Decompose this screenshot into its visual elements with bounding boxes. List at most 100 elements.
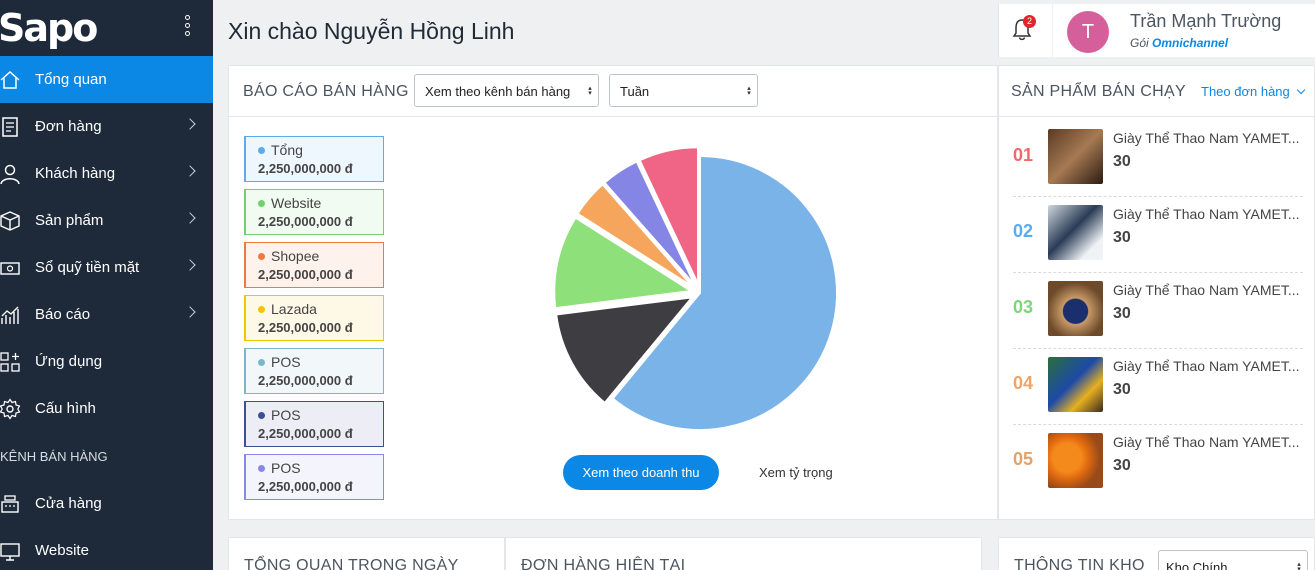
- user-menu[interactable]: T Trần Mạnh Trường Gói Omnichannel: [1053, 4, 1315, 57]
- apps-icon: [0, 351, 20, 372]
- legend-item[interactable]: Website 2,250,000,000 đ: [244, 189, 384, 235]
- legend-item[interactable]: POS 2,250,000,000 đ: [244, 454, 384, 500]
- list-item[interactable]: 02 Giày Thể Thao Nam YAMET... 30: [1013, 197, 1303, 273]
- legend-item[interactable]: Shopee 2,250,000,000 đ: [244, 242, 384, 288]
- legend-item[interactable]: Lazada 2,250,000,000 đ: [244, 295, 384, 341]
- chevron-right-icon: [184, 212, 196, 224]
- rank-number: 03: [1013, 297, 1034, 317]
- product-thumbnail: [1048, 357, 1103, 412]
- product-quantity: 30: [1113, 381, 1131, 398]
- today-overview-title: TỔNG QUAN TRONG NGÀY: [244, 557, 459, 570]
- best-sellers-list: 01 Giày Thể Thao Nam YAMET... 30 02 Giày Thể…: [999, 121, 1315, 506]
- chevron-right-icon: [184, 306, 196, 318]
- list-item[interactable]: 03 Giày Thể Thao Nam YAMET... 30: [1013, 273, 1303, 349]
- legend-item[interactable]: Tổng 2,250,000,000 đ: [244, 136, 384, 182]
- legend-dot: [258, 146, 265, 154]
- legend-item[interactable]: POS 2,250,000,000 đ: [244, 348, 384, 394]
- legend-name: POS: [258, 407, 383, 423]
- sidebar-item-orders[interactable]: Đơn hàng: [0, 103, 213, 150]
- home-icon: [0, 70, 20, 89]
- legend-amount: 2,250,000,000 đ: [258, 267, 353, 282]
- cash-register-icon: [1, 494, 19, 513]
- stock-info-title: THÔNG TIN KHO: [1014, 557, 1145, 570]
- chevron-right-icon: [184, 165, 196, 177]
- list-item[interactable]: 05 Giày Thể Thao Nam YAMET... 30: [1013, 425, 1303, 501]
- sidebar-item-store[interactable]: Cửa hàng: [0, 480, 213, 527]
- list-item[interactable]: 04 Giày Thể Thao Nam YAMET... 30: [1013, 349, 1303, 425]
- legend-name: POS: [258, 460, 383, 476]
- sales-report-header: BÁO CÁO BÁN HÀNG Xem theo kênh bán hàng …: [229, 66, 997, 117]
- best-sellers-filter[interactable]: Theo đơn hàng: [1201, 84, 1306, 99]
- product-quantity: 30: [1113, 305, 1131, 322]
- sidebar-item-website[interactable]: Website: [0, 527, 213, 570]
- legend-amount: 2,250,000,000 đ: [258, 161, 353, 176]
- sidebar-item-label: Sổ quỹ tiền mặt: [35, 259, 140, 276]
- sidebar-item-label: Báo cáo: [35, 306, 91, 323]
- sidebar-item-label: Đơn hàng: [35, 118, 102, 135]
- sales-report-panel: BÁO CÁO BÁN HÀNG Xem theo kênh bán hàng …: [228, 65, 998, 520]
- legend-dot: [258, 464, 265, 472]
- sales-pie-chart: [555, 148, 838, 431]
- view-by-revenue-button[interactable]: Xem theo doanh thu: [563, 455, 719, 490]
- product-thumbnail: [1048, 205, 1103, 260]
- legend-name: Tổng: [258, 142, 383, 158]
- sidebar-item-customers[interactable]: Khách hàng: [0, 150, 213, 197]
- plan-label: Gói Omnichannel: [1130, 36, 1228, 50]
- rank-number: 02: [1013, 221, 1034, 241]
- gear-icon: [0, 397, 21, 420]
- chart-icon: [1, 306, 19, 324]
- legend-amount: 2,250,000,000 đ: [258, 426, 353, 441]
- greeting-title: Xin chào Nguyễn Hồng Linh: [228, 18, 515, 44]
- notification-badge: 2: [1023, 15, 1036, 28]
- period-select[interactable]: Tuần: [609, 74, 758, 107]
- warehouse-select[interactable]: Kho Chính: [1158, 550, 1308, 570]
- legend-label: Website: [271, 195, 322, 211]
- sales-report-title: BÁO CÁO BÁN HÀNG: [243, 83, 409, 100]
- more-menu-icon[interactable]: [183, 15, 191, 41]
- product-quantity: 30: [1113, 229, 1131, 246]
- view-by-ratio-button[interactable]: Xem tỷ trọng: [759, 465, 833, 480]
- legend-name: Shopee: [258, 248, 383, 264]
- legend-label: Lazada: [271, 301, 317, 317]
- sidebar-item-label: Cấu hình: [35, 400, 96, 417]
- legend-name: POS: [258, 354, 383, 370]
- monitor-icon: [0, 542, 20, 561]
- product-quantity: 30: [1113, 457, 1131, 474]
- product-name: Giày Thể Thao Nam YAMET...: [1113, 130, 1300, 146]
- legend-dot: [258, 199, 265, 207]
- sidebar-item-label: Khách hàng: [35, 165, 116, 182]
- logo[interactable]: Sapo: [0, 0, 213, 56]
- channel-view-select[interactable]: Xem theo kênh bán hàng: [414, 74, 599, 107]
- sidebar-item-cashbook[interactable]: Sổ quỹ tiền mặt: [0, 244, 213, 291]
- list-item[interactable]: 01 Giày Thể Thao Nam YAMET... 30: [1013, 121, 1303, 197]
- legend-name: Website: [258, 195, 383, 211]
- user-name: Trần Mạnh Trường: [1130, 11, 1282, 31]
- legend-amount: 2,250,000,000 đ: [258, 214, 353, 229]
- legend-dot: [258, 252, 265, 260]
- legend-item[interactable]: POS 2,250,000,000 đ: [244, 401, 384, 447]
- legend-amount: 2,250,000,000 đ: [258, 479, 353, 494]
- legend-label: Tổng: [271, 142, 303, 158]
- sidebar-item-reports[interactable]: Báo cáo: [0, 291, 213, 338]
- legend-dot: [258, 411, 265, 419]
- legend-amount: 2,250,000,000 đ: [258, 320, 353, 335]
- product-quantity: 30: [1113, 153, 1131, 170]
- sidebar-nav: Tổng quan Đơn hàng Khách hàng Sản phẩm S…: [0, 56, 213, 432]
- sales-channels-heading: KÊNH BÁN HÀNG: [0, 448, 108, 464]
- invoice-icon: [2, 116, 18, 137]
- today-overview-panel: TỔNG QUAN TRONG NGÀY: [228, 537, 505, 570]
- rank-number: 01: [1013, 145, 1034, 165]
- sidebar-item-overview[interactable]: Tổng quan: [0, 56, 213, 103]
- product-name: Giày Thể Thao Nam YAMET...: [1113, 206, 1300, 222]
- chevron-right-icon: [184, 259, 196, 271]
- sidebar-item-settings[interactable]: Cấu hình: [0, 385, 213, 432]
- sidebar-item-products[interactable]: Sản phẩm: [0, 197, 213, 244]
- sidebar: Sapo Tổng quan Đơn hàng Khách hàng Sản p…: [0, 0, 213, 570]
- sidebar-item-apps[interactable]: Ứng dụng: [0, 338, 213, 385]
- notification-button[interactable]: 2: [998, 4, 1052, 57]
- sidebar-item-label: Sản phẩm: [35, 212, 104, 229]
- sidebar-item-label: Ứng dụng: [35, 353, 103, 370]
- product-name: Giày Thể Thao Nam YAMET...: [1113, 358, 1300, 374]
- legend-label: POS: [271, 354, 301, 370]
- best-sellers-header: SẢN PHẨM BÁN CHẠY Theo đơn hàng: [999, 66, 1314, 117]
